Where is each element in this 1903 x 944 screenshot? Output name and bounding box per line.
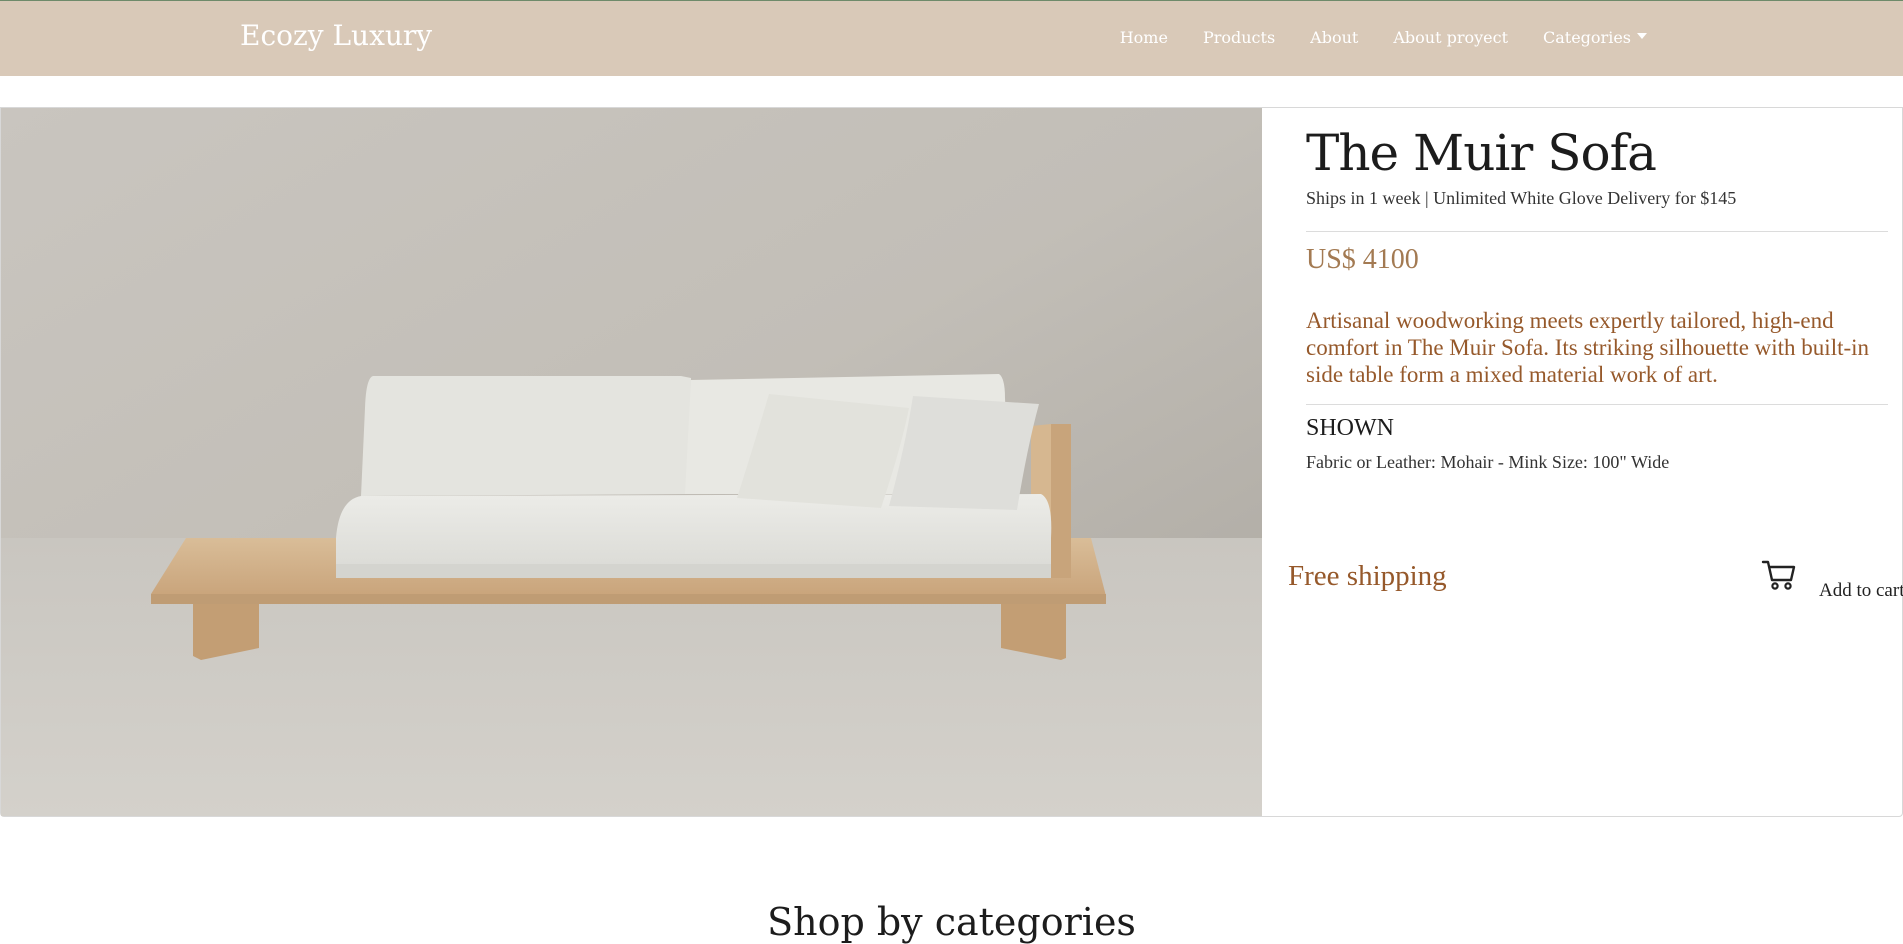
nav-link-categories-label: Categories: [1543, 28, 1631, 47]
product-price: US$ 4100: [1306, 244, 1419, 275]
brand-logo[interactable]: Ecozy Luxury: [240, 19, 432, 52]
divider: [1306, 404, 1888, 405]
nav-links: Home Products About About proyect Catego…: [1085, 28, 1647, 47]
nav-dropdown-categories[interactable]: Categories: [1543, 28, 1647, 47]
divider: [1306, 231, 1888, 232]
navbar: Ecozy Luxury Home Products About About p…: [0, 0, 1903, 76]
add-to-cart-button[interactable]: Add to cart: [1819, 580, 1903, 602]
nav-link-about-proyect[interactable]: About proyect: [1393, 28, 1508, 47]
nav-link-about[interactable]: About: [1310, 28, 1358, 47]
shown-specification: Fabric or Leather: Mohair - Mink Size: 1…: [1306, 452, 1670, 472]
free-shipping-label: Free shipping: [1288, 560, 1447, 592]
shipping-note: Ships in 1 week | Unlimited White Glove …: [1306, 188, 1737, 208]
shop-by-categories-heading: Shop by categories: [767, 900, 1136, 944]
product-image: [1, 108, 1262, 816]
cart-icon[interactable]: [1761, 556, 1797, 592]
product-card: The Muir Sofa Ships in 1 week | Unlimite…: [0, 107, 1903, 817]
product-title: The Muir Sofa: [1306, 124, 1657, 182]
nav-link-products[interactable]: Products: [1203, 28, 1275, 47]
nav-link-home[interactable]: Home: [1120, 28, 1168, 47]
shown-heading: SHOWN: [1306, 415, 1394, 441]
product-description: Artisanal woodworking meets expertly tai…: [1306, 308, 1870, 387]
caret-down-icon: [1637, 32, 1647, 39]
sofa-photo: [1, 108, 1262, 816]
